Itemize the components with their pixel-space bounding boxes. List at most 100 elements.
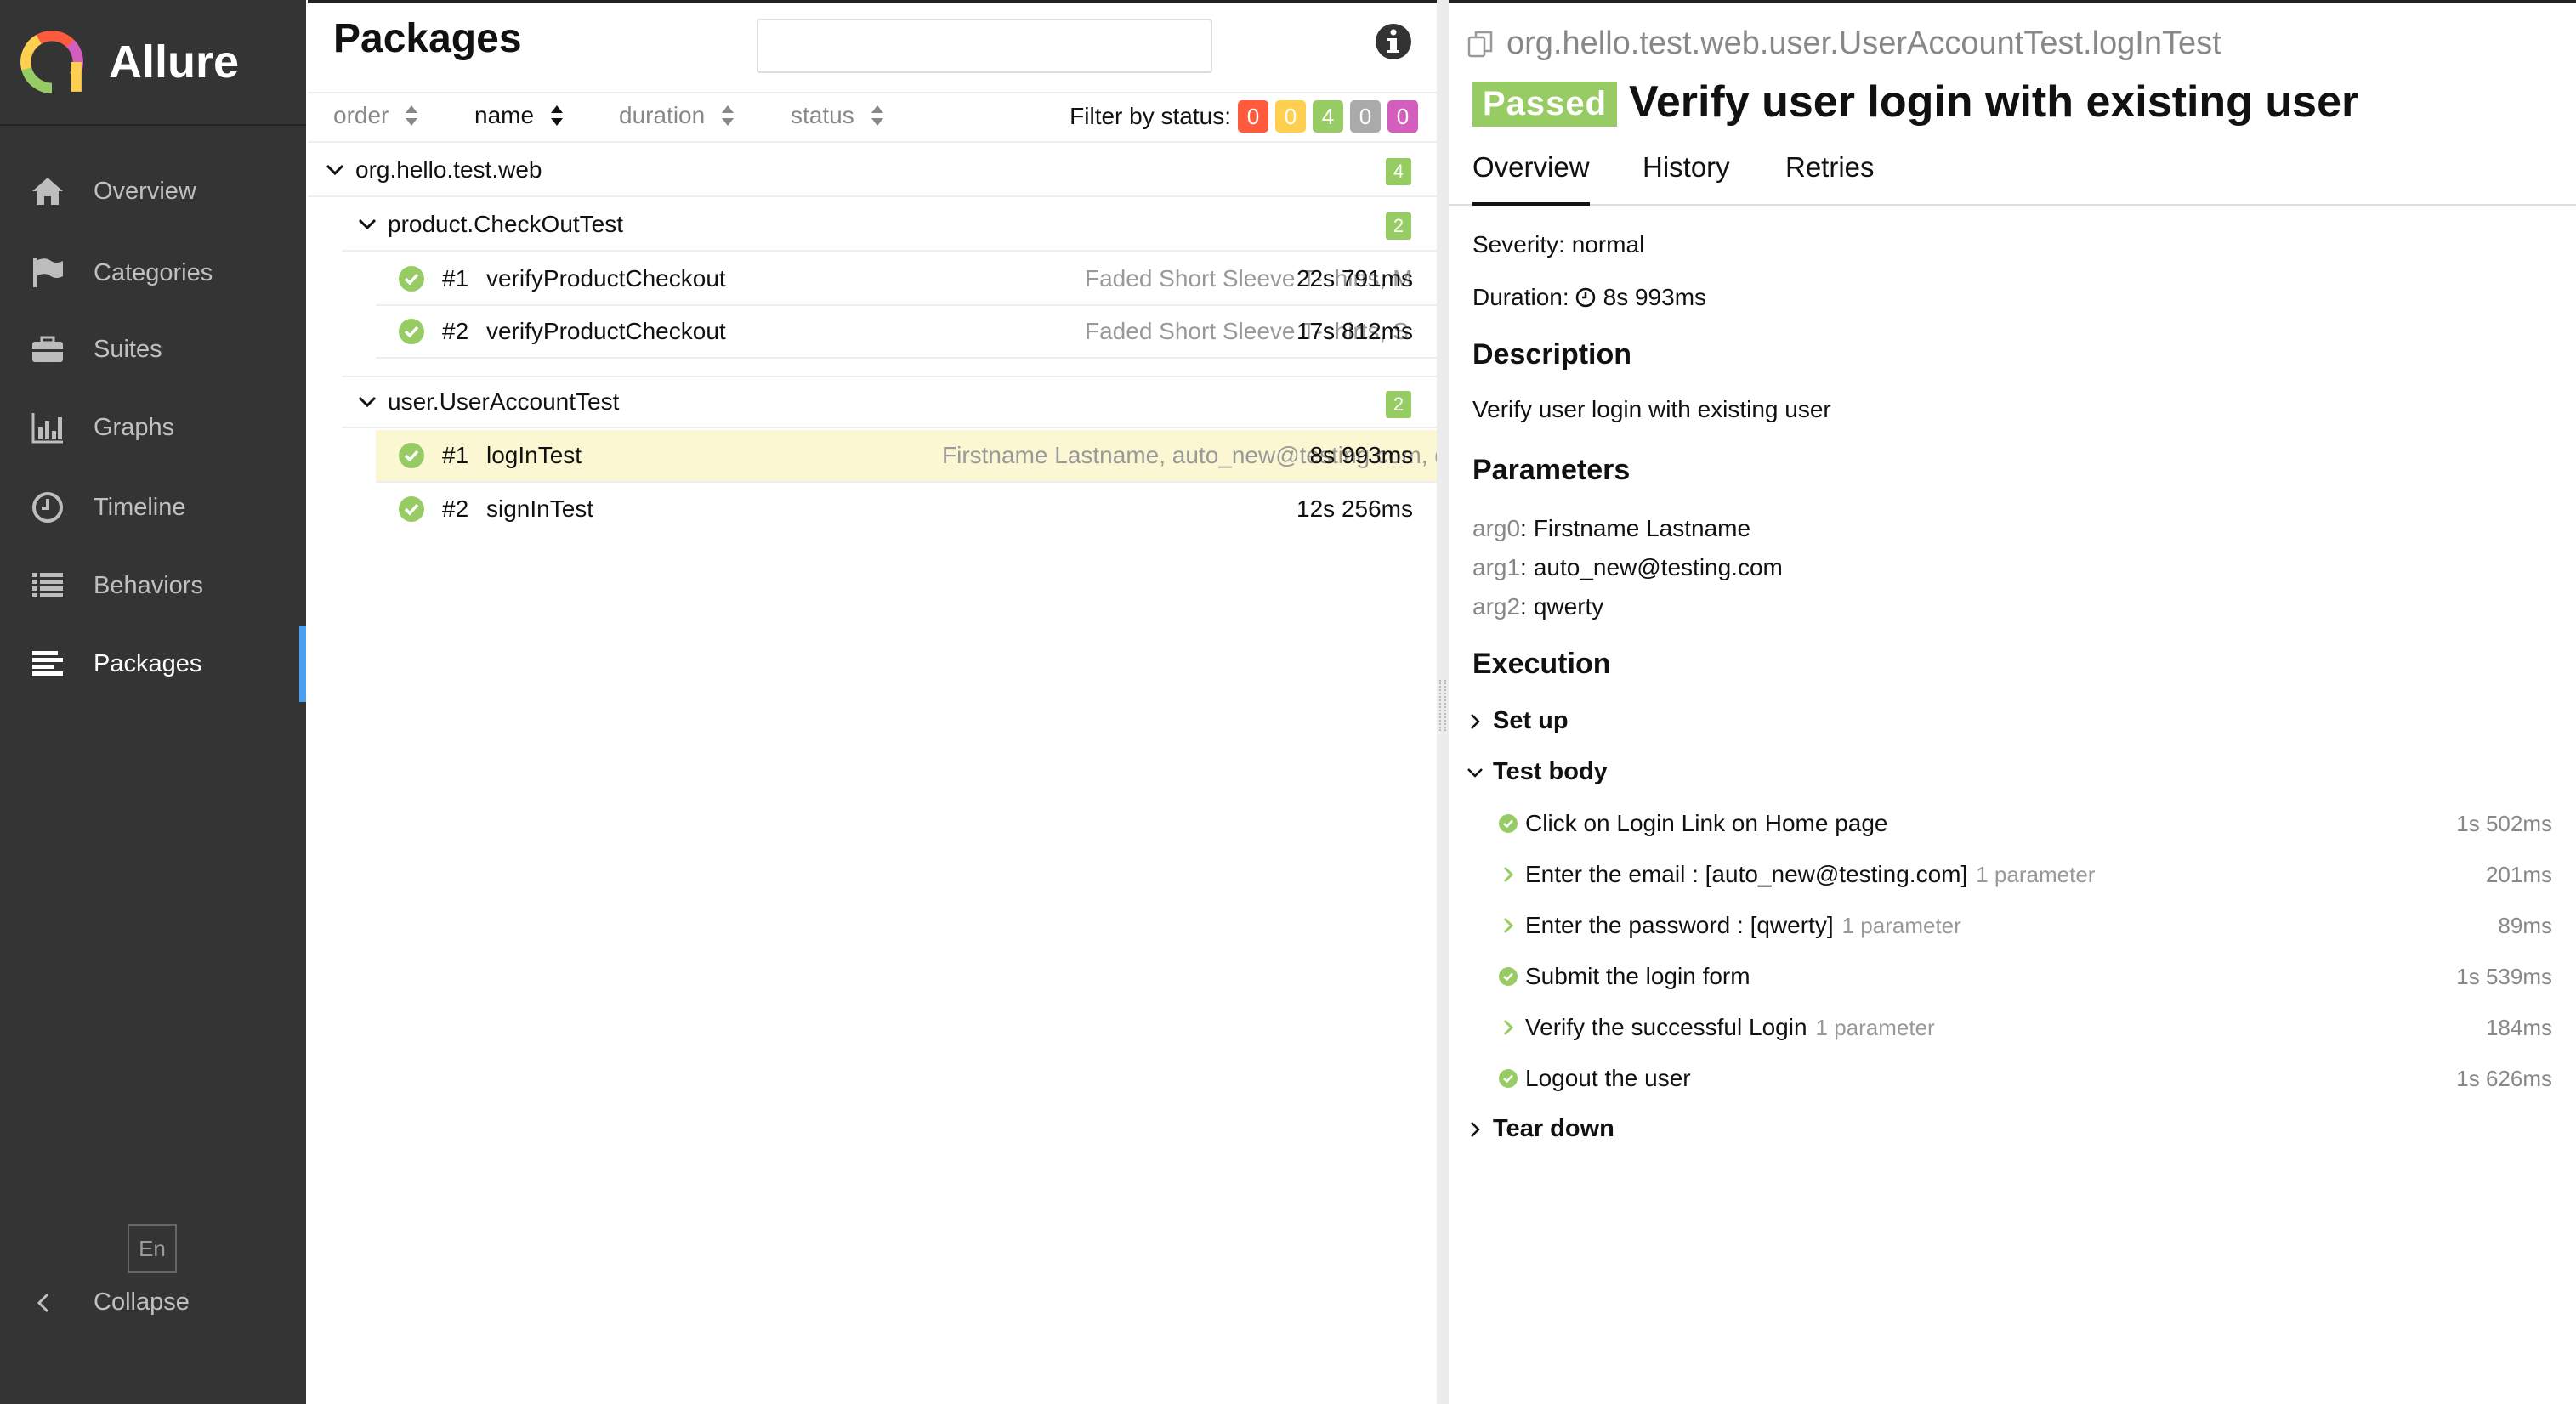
case-number: #1 (442, 265, 469, 292)
home-icon (29, 173, 66, 210)
sort-name-label: name (474, 102, 535, 128)
collapse-button[interactable]: Collapse (29, 1288, 190, 1316)
step-param-count: 1 parameter (1815, 1014, 1935, 1040)
case-number: #2 (442, 318, 469, 344)
copy-icon[interactable] (1466, 29, 1496, 59)
tab-retries[interactable]: Retries (1785, 151, 1875, 206)
sidebar-item-categories[interactable]: Categories (0, 235, 306, 311)
chevron-down-icon (1467, 767, 1483, 778)
duration: Duration: 8s 993ms (1472, 284, 1706, 311)
filter-failed-badge[interactable]: 0 (1238, 100, 1268, 133)
sidebar-item-label: Suites (94, 335, 162, 363)
tab-overview[interactable]: Overview (1472, 151, 1590, 206)
language-button[interactable]: En (128, 1224, 177, 1273)
sort-order-label: order (333, 102, 389, 128)
step-row[interactable]: Enter the password : [qwerty] 1 paramete… (1498, 904, 2552, 947)
list-icon (29, 567, 66, 604)
filter-unknown-badge[interactable]: 0 (1387, 100, 1418, 133)
group-name: user.UserAccountTest (388, 388, 620, 415)
step-row[interactable]: Click on Login Link on Home page 1s 502m… (1498, 802, 2552, 845)
parameter-value: qwerty (1533, 593, 1604, 620)
clock-icon (29, 489, 66, 526)
tab-history[interactable]: History (1643, 151, 1730, 206)
splitter-grip[interactable] (1439, 680, 1446, 731)
step-duration: 89ms (2498, 912, 2552, 938)
parameter-value: auto_new@testing.com (1533, 554, 1783, 580)
brand-name: Allure (109, 37, 240, 88)
parameter-value: Firstname Lastname (1533, 515, 1751, 541)
sidebar-item-overview[interactable]: Overview (0, 153, 306, 229)
test-body-section[interactable]: Test body (1466, 758, 1608, 786)
parameters-heading: Parameters (1472, 454, 1631, 486)
clock-icon (1575, 287, 1595, 308)
step-row[interactable]: Verify the successful Login 1 parameter … (1498, 1006, 2552, 1049)
info-icon[interactable] (1374, 22, 1413, 61)
packages-tree-pane: Packages order name duration status Filt… (308, 0, 1505, 1404)
sort-name[interactable]: name (474, 102, 565, 129)
sort-status[interactable]: status (791, 102, 885, 129)
chevron-down-icon (358, 218, 377, 230)
bar-chart-icon (29, 409, 66, 446)
flag-icon (29, 254, 66, 292)
test-case-row-selected[interactable]: #1 logInTest Firstname Lastname, auto_ne… (376, 430, 1505, 483)
tree-group-package[interactable]: org.hello.test.web 4 (308, 144, 1437, 197)
parameter-key: arg1 (1472, 554, 1521, 580)
description-text: Verify user login with existing user (1472, 396, 1831, 422)
test-path: org.hello.test.web.user.UserAccountTest.… (1466, 25, 2221, 62)
filter-passed-badge[interactable]: 4 (1313, 100, 1343, 133)
sort-duration[interactable]: duration (619, 102, 735, 129)
test-detail-pane: org.hello.test.web.user.UserAccountTest.… (1449, 0, 2576, 1404)
step-row[interactable]: Submit the login form 1s 539ms (1498, 955, 2552, 998)
step-row[interactable]: Enter the email : [auto_new@testing.com]… (1498, 853, 2552, 896)
sidebar-item-suites[interactable]: Suites (0, 311, 306, 388)
sort-order[interactable]: order (333, 102, 419, 129)
severity: Severity: normal (1472, 231, 1645, 258)
allure-logo-icon (20, 31, 83, 93)
test-case-row[interactable]: #1 verifyProductCheckout Faded Short Sle… (376, 253, 1437, 306)
align-left-icon (29, 645, 66, 682)
parameter-row: arg0: Firstname Lastname (1472, 515, 1751, 541)
filter-skipped-badge[interactable]: 0 (1350, 100, 1381, 133)
step-row[interactable]: Logout the user 1s 626ms (1498, 1057, 2552, 1100)
teardown-section[interactable]: Tear down (1466, 1115, 1614, 1143)
filter-broken-badge[interactable]: 0 (1275, 100, 1306, 133)
test-case-row[interactable]: #2 signInTest 12s 256ms (376, 483, 1437, 535)
setup-section[interactable]: Set up (1466, 707, 1569, 735)
sidebar-item-label: Packages (94, 649, 202, 677)
step-duration: 184ms (2485, 1014, 2552, 1040)
sidebar-item-label: Timeline (94, 493, 186, 521)
tree-group-useraccount[interactable]: user.UserAccountTest 2 (342, 376, 1437, 428)
chevron-down-icon (326, 164, 344, 176)
case-name: signInTest (486, 495, 594, 522)
passed-check-icon (1499, 814, 1518, 833)
case-params: Firstname Lastname, auto_new@testing.com… (942, 442, 1505, 468)
passed-check-icon (1499, 967, 1518, 986)
step-label: Verify the successful Login (1525, 1014, 1807, 1040)
filter-label: Filter by status: (1070, 103, 1231, 129)
briefcase-icon (29, 331, 66, 368)
case-number: #2 (442, 495, 469, 522)
brand[interactable]: Allure (0, 0, 306, 126)
sidebar-item-packages[interactable]: Packages (0, 626, 306, 702)
step-label: Click on Login Link on Home page (1525, 810, 1888, 836)
sidebar-item-timeline[interactable]: Timeline (0, 469, 306, 546)
sidebar: Allure Overview Categories Suites Graphs (0, 0, 306, 1404)
step-label: Logout the user (1525, 1065, 1691, 1091)
step-duration: 1s 626ms (2456, 1065, 2552, 1091)
sidebar-item-behaviors[interactable]: Behaviors (0, 547, 306, 624)
step-label: Enter the password : [qwerty] (1525, 912, 1834, 938)
test-title: Verify user login with existing user (1629, 77, 2359, 127)
chevron-right-icon (1503, 1019, 1514, 1036)
setup-label: Set up (1493, 707, 1569, 734)
tree-group-checkout[interactable]: product.CheckOutTest 2 (342, 199, 1437, 252)
test-case-row[interactable]: #2 verifyProductCheckout Faded Short Sle… (376, 306, 1437, 359)
sidebar-item-graphs[interactable]: Graphs (0, 389, 306, 466)
step-duration: 201ms (2485, 861, 2552, 887)
sidebar-item-label: Graphs (94, 413, 175, 441)
search-input[interactable] (757, 19, 1212, 73)
passed-check-icon (399, 266, 424, 292)
test-body-label: Test body (1493, 758, 1608, 785)
sort-arrows-icon (871, 105, 883, 126)
test-path-text: org.hello.test.web.user.UserAccountTest.… (1506, 25, 2221, 61)
case-duration: 8s 993ms (1309, 442, 1413, 468)
